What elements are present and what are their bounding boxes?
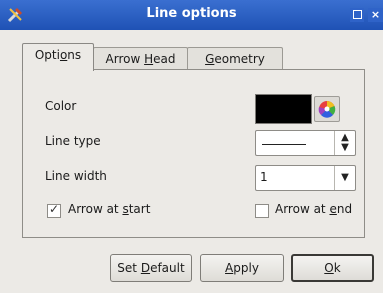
- color-label: Color: [45, 99, 77, 113]
- solid-line-preview: [262, 144, 306, 145]
- line-width-label: Line width: [45, 169, 107, 183]
- set-default-button[interactable]: Set Default: [110, 254, 192, 282]
- color-picker-button[interactable]: [314, 96, 340, 122]
- line-width-select[interactable]: 1 ▼: [255, 165, 356, 191]
- options-panel: Color Line type ▲▼ Line width 1 ▼ Arrow …: [22, 69, 365, 238]
- apply-button[interactable]: Apply: [200, 254, 284, 282]
- line-width-value: 1: [260, 170, 268, 184]
- arrow-at-end-label[interactable]: Arrow at end: [275, 202, 352, 216]
- chevron-down-icon: ▼: [334, 166, 355, 190]
- maximize-button[interactable]: [350, 8, 364, 22]
- window-title: Line options: [146, 6, 237, 21]
- arrow-at-start-checkbox[interactable]: [47, 202, 61, 218]
- close-button[interactable]: ×: [368, 8, 383, 22]
- title-bar[interactable]: Line options ×: [0, 0, 383, 30]
- close-icon: ×: [370, 8, 381, 21]
- tab-geometry[interactable]: Geometry: [187, 47, 283, 70]
- tab-options[interactable]: Options: [22, 43, 94, 71]
- arrow-at-end-checkbox[interactable]: [255, 204, 269, 218]
- maximize-icon: [352, 10, 362, 19]
- line-type-label: Line type: [45, 134, 101, 148]
- spin-arrows-icon: ▲ ▼: [334, 131, 355, 155]
- arrow-at-start-label[interactable]: Arrow at start: [68, 202, 150, 216]
- ok-button[interactable]: Ok: [291, 254, 374, 282]
- line-options-dialog: Line options × Options Arrow Head Geomet…: [0, 0, 383, 293]
- tab-arrow-head[interactable]: Arrow Head: [93, 47, 188, 70]
- color-wheel-icon: [318, 100, 336, 118]
- line-type-select[interactable]: ▲ ▼: [255, 130, 356, 156]
- color-swatch[interactable]: [255, 94, 312, 124]
